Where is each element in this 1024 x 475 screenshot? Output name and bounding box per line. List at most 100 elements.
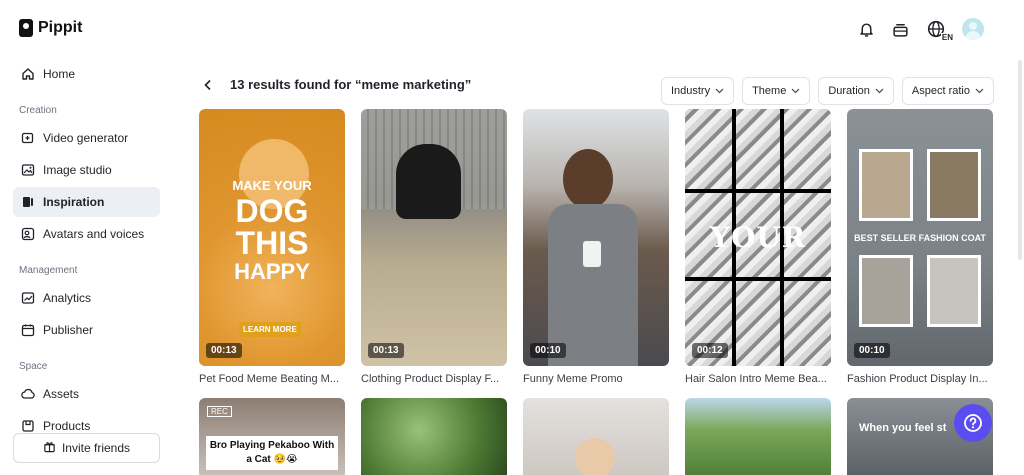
filter-industry[interactable]: Industry	[660, 77, 735, 105]
chevron-left-icon	[204, 79, 211, 91]
overlay-line: HAPPY	[234, 259, 310, 284]
language-code: EN	[940, 33, 954, 42]
overlay-text: YOUR	[709, 221, 807, 254]
calendar-icon	[20, 323, 35, 338]
overlay-text: BEST SELLER FASHION COAT	[854, 233, 986, 243]
template-card[interactable]: YOUR 00:12 Hair Salon Intro Meme Bea...	[685, 109, 831, 389]
duration-badge: 00:13	[206, 343, 242, 358]
template-title: Funny Meme Promo	[523, 373, 623, 385]
template-card[interactable]: MAKE YOUR DOG THIS HAPPY LEARN MORE 00:1…	[199, 109, 345, 389]
template-title: Hair Salon Intro Meme Bea...	[685, 373, 827, 385]
overlay-text: Bro Playing Pekaboo With a Cat 🥹😭	[206, 436, 338, 470]
template-card[interactable]	[361, 398, 507, 475]
analytics-icon	[20, 291, 35, 306]
top-toolbar: EN	[856, 18, 984, 42]
user-avatar[interactable]	[962, 18, 984, 40]
rec-badge: REC	[207, 406, 232, 417]
question-icon	[964, 414, 982, 432]
sidebar-item-label: Analytics	[43, 291, 92, 305]
template-thumbnail: 00:10	[523, 109, 669, 366]
template-thumbnail: BEST SELLER FASHION COAT 00:10	[847, 109, 993, 366]
avatar-voice-icon	[20, 227, 35, 242]
sidebar-item-image-studio[interactable]: Image studio	[13, 155, 160, 185]
template-thumbnail: 00:13	[361, 109, 507, 366]
logo[interactable]: Pippit	[19, 19, 82, 37]
sidebar-item-video-generator[interactable]: Video generator	[13, 123, 160, 153]
home-icon	[20, 67, 35, 82]
page-scrollbar[interactable]	[1018, 60, 1022, 260]
template-card[interactable]	[523, 398, 669, 475]
sidebar-item-label: Products	[43, 419, 91, 433]
section-label-creation: Creation	[19, 105, 57, 116]
template-card[interactable]: REC Bro Playing Pekaboo With a Cat 🥹😭	[199, 398, 345, 475]
duration-badge: 00:10	[530, 343, 566, 358]
section-label-management: Management	[19, 265, 78, 276]
gorilla-figure	[396, 144, 461, 219]
chevron-down-icon	[975, 85, 984, 97]
filter-label: Theme	[752, 85, 787, 97]
person-face	[575, 438, 615, 475]
duration-badge: 00:13	[368, 343, 404, 358]
help-button[interactable]	[954, 404, 992, 442]
filter-label: Industry	[670, 85, 711, 97]
template-card[interactable]: 00:10 Funny Meme Promo	[523, 109, 669, 389]
phone-illustration	[583, 241, 601, 267]
person-shirt	[548, 204, 638, 366]
bell-icon[interactable]	[856, 19, 876, 39]
template-title: Pet Food Meme Beating M...	[199, 373, 340, 385]
app-name: Pippit	[38, 19, 83, 36]
template-thumbnail: MAKE YOUR DOG THIS HAPPY LEARN MORE 00:1…	[199, 109, 345, 366]
photo-frame	[859, 255, 913, 327]
sidebar-item-publisher[interactable]: Publisher	[13, 315, 160, 345]
sidebar-item-analytics[interactable]: Analytics	[13, 283, 160, 313]
product-box-icon	[20, 419, 35, 434]
sidebar-item-home[interactable]: Home	[13, 59, 160, 89]
sidebar: Pippit Home Creation Video generator Ima…	[0, 0, 172, 475]
overlay-line: THIS	[235, 225, 309, 261]
sidebar-item-avatars-voices[interactable]: Avatars and voices	[13, 219, 160, 249]
invite-label: Invite friends	[61, 441, 131, 455]
template-title: Clothing Product Display F...	[361, 373, 500, 385]
sidebar-item-label: Video generator	[43, 131, 129, 145]
sidebar-item-inspiration[interactable]: Inspiration	[13, 187, 160, 217]
video-plus-icon	[20, 131, 35, 146]
image-icon	[20, 163, 35, 178]
chevron-down-icon	[715, 85, 724, 97]
pippit-logo-icon	[19, 19, 33, 37]
back-button[interactable]	[203, 78, 213, 94]
filter-theme[interactable]: Theme	[742, 77, 811, 105]
section-label-space: Space	[19, 361, 48, 372]
sidebar-item-label: Publisher	[43, 323, 94, 337]
app-root: Pippit Home Creation Video generator Ima…	[0, 0, 1024, 475]
template-card[interactable]: BEST SELLER FASHION COAT 00:10 Fashion P…	[847, 109, 993, 389]
inspiration-icon	[20, 195, 35, 210]
filter-bar: Industry Theme Duration Aspect ratio	[660, 77, 994, 105]
template-card[interactable]: 00:13 Clothing Product Display F...	[361, 109, 507, 389]
layers-icon[interactable]	[890, 19, 910, 39]
template-title: Fashion Product Display In...	[847, 373, 988, 385]
filter-label: Aspect ratio	[911, 85, 970, 97]
overlay-line: DOG	[235, 193, 309, 229]
filter-duration[interactable]: Duration	[818, 77, 894, 105]
sidebar-item-assets[interactable]: Assets	[13, 379, 160, 409]
invite-friends-button[interactable]: Invite friends	[13, 433, 160, 463]
chevron-down-icon	[791, 85, 800, 97]
sidebar-item-label: Home	[43, 67, 76, 81]
results-title: 13 results found for “meme marketing”	[230, 77, 472, 92]
template-card[interactable]	[685, 398, 831, 475]
chevron-down-icon	[875, 85, 884, 97]
photo-frame	[927, 149, 981, 221]
photo-frame	[927, 255, 981, 327]
cloud-icon	[20, 387, 35, 402]
language-globe-icon[interactable]: EN	[924, 19, 954, 42]
overlay-text: MAKE YOUR DOG THIS HAPPY	[199, 179, 345, 283]
duration-badge: 00:12	[692, 343, 728, 358]
overlay-line: MAKE YOUR	[232, 178, 312, 193]
sidebar-item-label: Image studio	[43, 163, 112, 177]
sidebar-item-label: Avatars and voices	[43, 227, 145, 241]
sidebar-item-label: Inspiration	[43, 195, 105, 209]
filter-aspect-ratio[interactable]: Aspect ratio	[901, 77, 994, 105]
gift-icon	[43, 440, 56, 456]
photo-frame	[859, 149, 913, 221]
overlay-text: When you feel st	[859, 422, 947, 434]
